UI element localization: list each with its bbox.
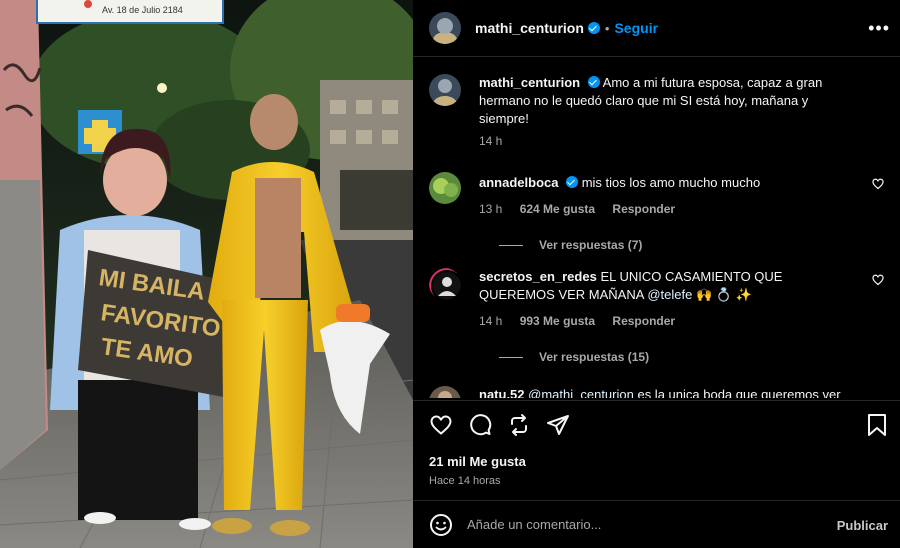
comment-emoji: 🙌 💍 ✨ <box>695 287 752 302</box>
view-replies-label: Ver respuestas (15) <box>539 350 650 364</box>
comment-username[interactable]: natu.52 <box>479 387 525 398</box>
comment-mention[interactable]: @telefe <box>647 287 692 302</box>
author-avatar[interactable] <box>429 12 461 44</box>
comment-like-icon[interactable] <box>872 178 884 190</box>
caption-username[interactable]: mathi_centurion <box>479 75 580 90</box>
comment-input[interactable] <box>467 517 807 532</box>
comment-item: secretos_en_redes EL UNICO CASAMIENTO QU… <box>429 268 884 364</box>
save-button[interactable] <box>866 413 888 437</box>
action-icons <box>429 413 570 437</box>
view-replies-button[interactable]: Ver respuestas (7) <box>479 238 884 252</box>
comment-avatar-image <box>429 172 461 204</box>
comment-text-block: annadelboca mis tios los amo mucho mucho <box>479 172 884 192</box>
follow-button[interactable]: Seguir <box>614 20 658 36</box>
header-separator: • <box>604 20 610 36</box>
caption-time[interactable]: 14 h <box>479 134 502 148</box>
post-header: mathi_centurion • Seguir ••• <box>413 0 900 57</box>
comment-icon[interactable] <box>468 413 492 437</box>
posted-time[interactable]: Hace 14 horas <box>429 475 501 487</box>
caption-avatar[interactable] <box>429 74 461 106</box>
share-icon[interactable] <box>546 413 570 437</box>
likes-count[interactable]: 21 mil Me gusta <box>429 454 526 469</box>
caption-text-block: mathi_centurion Amo a mi futura esposa, … <box>479 74 884 128</box>
photo-scene: MI BAILA FAVORITO TE AMO <box>0 0 413 548</box>
comment-composer: Publicar <box>413 500 900 548</box>
reply-button[interactable]: Responder <box>612 314 675 328</box>
post-details-panel: mathi_centurion • Seguir ••• mathi_centu… <box>413 0 900 548</box>
location-pin-icon <box>84 0 92 8</box>
street-sign: Av. 18 de Julio 2184 <box>36 0 224 24</box>
verified-badge-icon <box>566 176 579 188</box>
comment-time[interactable]: 13 h <box>479 202 502 216</box>
comment-like-icon[interactable] <box>872 274 884 286</box>
comment-avatar[interactable] <box>429 268 461 300</box>
verified-badge-icon <box>587 76 600 88</box>
comment-username[interactable]: annadelboca <box>479 175 558 190</box>
post-photo[interactable]: MI BAILA FAVORITO TE AMO Av. 18 de Julio… <box>0 0 413 548</box>
comment-avatar[interactable] <box>429 386 461 398</box>
comment-avatar[interactable] <box>429 172 461 204</box>
reply-button[interactable]: Responder <box>612 202 675 216</box>
verified-badge-icon <box>587 22 600 34</box>
comment-item: natu.52 @mathi_centurion es la unica bod… <box>429 386 884 398</box>
author-username[interactable]: mathi_centurion <box>475 20 584 36</box>
caption-meta: 14 h <box>479 134 884 148</box>
repost-icon[interactable] <box>507 413 531 437</box>
comment-avatar-image <box>429 268 461 300</box>
comment-text: mis tios los amo mucho mucho <box>581 175 761 190</box>
comment-likes[interactable]: 993 Me gusta <box>520 314 595 328</box>
street-sign-text: Av. 18 de Julio 2184 <box>102 5 183 15</box>
like-icon[interactable] <box>429 413 453 437</box>
caption: mathi_centurion Amo a mi futura esposa, … <box>429 74 884 148</box>
comment-mention[interactable]: @mathi_centurion <box>528 387 634 398</box>
view-replies-button[interactable]: Ver respuestas (15) <box>479 350 884 364</box>
caption-avatar-image <box>429 74 461 106</box>
save-icon <box>868 414 886 436</box>
comment-avatar-image <box>429 386 461 398</box>
view-replies-label: Ver respuestas (7) <box>539 238 643 252</box>
comment-username[interactable]: secretos_en_redes <box>479 269 597 284</box>
comment-time[interactable]: 14 h <box>479 314 502 328</box>
comment-item: annadelboca mis tios los amo mucho mucho… <box>429 172 884 252</box>
comment-text-block: secretos_en_redes EL UNICO CASAMIENTO QU… <box>479 268 884 304</box>
emoji-icon[interactable] <box>429 513 453 537</box>
comment-text-block: natu.52 @mathi_centurion es la unica bod… <box>479 386 884 398</box>
publish-button[interactable]: Publicar <box>837 518 888 533</box>
comment-likes[interactable]: 624 Me gusta <box>520 202 595 216</box>
comments-list[interactable]: mathi_centurion Amo a mi futura esposa, … <box>413 58 900 398</box>
post-actions: 21 mil Me gusta Hace 14 horas <box>413 400 900 500</box>
more-options-icon[interactable]: ••• <box>868 18 890 39</box>
replies-divider <box>499 244 523 246</box>
post-modal: MI BAILA FAVORITO TE AMO Av. 18 de Julio… <box>0 0 900 548</box>
comment-meta: 14 h 993 Me gusta Responder <box>479 314 884 328</box>
comment-text: es la unica boda que queremos ver <box>637 387 841 398</box>
replies-divider <box>499 356 523 358</box>
comment-meta: 13 h 624 Me gusta Responder <box>479 202 884 216</box>
